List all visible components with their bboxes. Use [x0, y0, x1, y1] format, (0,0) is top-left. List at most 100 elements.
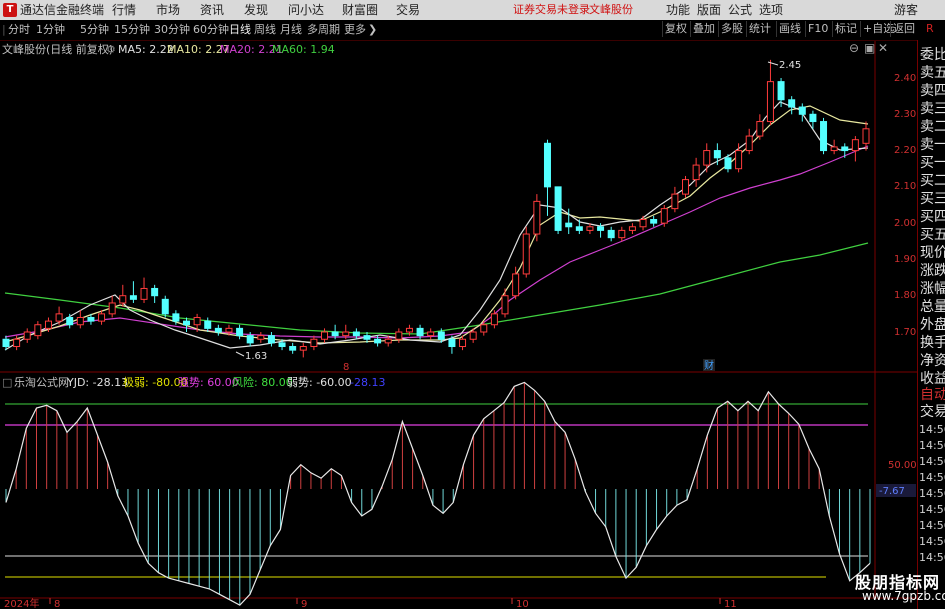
rp-tab-auto[interactable]: 自动: [920, 386, 945, 404]
candle-body: [172, 313, 180, 322]
candle-body: [682, 179, 690, 195]
yjd-line: [5, 381, 871, 606]
candle-body: [533, 200, 541, 235]
main-y-axis: 2.40 2.30 2.20 2.10 2.00 1.90 1.80 1.70: [894, 73, 916, 338]
candle-body: [119, 295, 127, 304]
candle-body: [363, 335, 371, 340]
candle-body: [278, 342, 286, 348]
candle-body: [501, 295, 509, 315]
rp-sell2[interactable]: 卖二: [920, 118, 945, 136]
quote-side-panel: 委比 卖五 卖四 卖三 卖二 卖一 买一 买二 买三 买四 买五 现价 涨跌 涨…: [917, 40, 945, 609]
x-label-oct: 10: [516, 599, 529, 609]
candle-body: [405, 327, 413, 333]
rp-buy5[interactable]: 买五: [920, 226, 945, 244]
candle-body: [777, 81, 785, 101]
candle-body: [76, 316, 84, 326]
candle-body: [214, 327, 222, 333]
chart-canvas[interactable]: 2.45 1.63 8 财 2.40 2.30 2.20 2.10 2.00 1…: [0, 0, 945, 609]
rp-time-2: 14:56: [919, 455, 945, 468]
candle-body: [151, 287, 159, 297]
low-marker-line: [235, 351, 245, 357]
candle-body: [618, 229, 626, 239]
candle-body: [522, 233, 530, 275]
rp-buy4[interactable]: 买四: [920, 208, 945, 226]
candle-body: [257, 335, 265, 340]
candle-body: [639, 219, 647, 228]
candle-body: [554, 186, 562, 231]
candle-body: [543, 142, 551, 188]
rp-change[interactable]: 涨跌: [920, 262, 945, 280]
candle-body: [129, 295, 137, 300]
rp-buy2[interactable]: 买二: [920, 172, 945, 190]
candle-body: [246, 335, 254, 344]
high-marker-line: [767, 61, 779, 66]
candle-body: [108, 302, 116, 315]
x-label-aug: 8: [54, 599, 60, 609]
candle-body: [597, 226, 605, 231]
rp-buy3[interactable]: 买三: [920, 190, 945, 208]
x-label-year: 2024年: [4, 597, 39, 609]
y-tick-2-20: 2.20: [894, 145, 916, 156]
candle-body: [692, 164, 700, 181]
rp-tab-trade[interactable]: 交易: [920, 403, 945, 421]
candle-body: [607, 229, 615, 239]
rp-turnover[interactable]: 换手: [920, 334, 945, 352]
candle-body: [703, 150, 711, 166]
ma5-line: [4, 101, 869, 351]
candle-body: [437, 331, 445, 340]
rp-sell3[interactable]: 卖三: [920, 100, 945, 118]
rp-weibi[interactable]: 委比: [920, 46, 945, 64]
candle-body: [586, 226, 594, 231]
candle-body: [650, 219, 658, 224]
rp-time-5: 14:56: [919, 503, 945, 516]
rp-net-asset[interactable]: 净资: [920, 352, 945, 370]
candle-body: [23, 331, 31, 340]
candle-body: [395, 331, 403, 340]
candle-body: [427, 331, 435, 337]
rp-volume[interactable]: 总量: [920, 298, 945, 316]
candle-body: [352, 331, 360, 337]
rp-outer-disk[interactable]: 外盘: [920, 316, 945, 334]
event-marker-cai[interactable]: 财: [704, 359, 714, 372]
candle-body: [310, 338, 318, 348]
candle-body: [841, 146, 849, 152]
candle-body: [713, 150, 721, 159]
candle-body: [671, 193, 679, 210]
rp-change-pct[interactable]: 涨幅: [920, 280, 945, 298]
x-label-sep: 9: [301, 599, 307, 609]
candle-body: [830, 146, 838, 152]
rp-sell5[interactable]: 卖五: [920, 64, 945, 82]
candle-body: [87, 316, 95, 322]
candle-body: [490, 313, 498, 326]
x-label-nov: 11: [724, 599, 737, 609]
rp-price[interactable]: 现价: [920, 244, 945, 262]
y-tick-2-40: 2.40: [894, 73, 916, 84]
current-value-badge: -7.67: [879, 486, 905, 497]
candle-body: [66, 316, 74, 326]
candle-body: [756, 121, 764, 137]
candle-body: [820, 121, 828, 152]
candle-body: [225, 327, 233, 333]
rp-time-8: 14:56: [919, 551, 945, 564]
x-axis: 2024年 8 9 10 11: [4, 597, 737, 609]
candle-body: [565, 222, 573, 228]
candlestick-series: [2, 59, 870, 358]
candle-body: [182, 320, 190, 326]
event-marker-8[interactable]: 8: [343, 362, 349, 373]
candle-body: [236, 327, 244, 337]
candle-body: [448, 338, 456, 348]
candle-body: [13, 338, 21, 348]
candle-body: [331, 331, 339, 337]
y-tick-2-00: 2.00: [894, 218, 916, 229]
ma10-line: [4, 105, 869, 344]
candle-body: [98, 313, 106, 322]
rp-buy1[interactable]: 买一: [920, 154, 945, 172]
rp-time-3: 14:56: [919, 471, 945, 484]
candle-body: [267, 335, 275, 344]
rp-sell1[interactable]: 卖一: [920, 136, 945, 154]
watermark-url: www.7gpzb.com: [862, 589, 945, 603]
candle-body: [44, 320, 52, 329]
candle-body: [204, 320, 212, 329]
y-tick-1-70: 1.70: [894, 327, 916, 338]
rp-sell4[interactable]: 卖四: [920, 82, 945, 100]
